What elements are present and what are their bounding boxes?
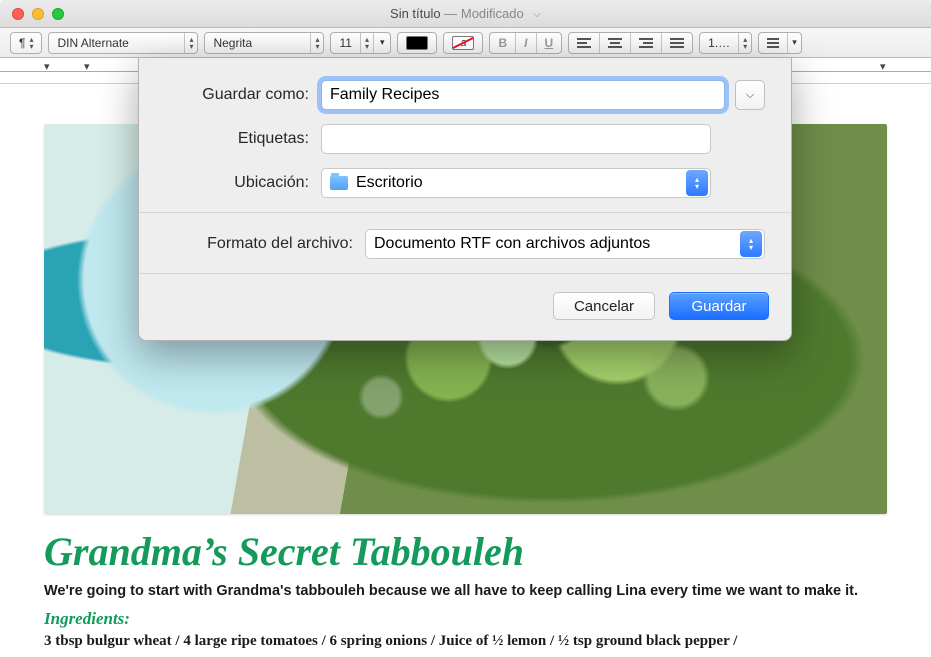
doc-title: Sin título — [390, 6, 441, 21]
chevron-down-icon: ⌵ — [746, 89, 754, 102]
chevron-down-icon: ▾ — [792, 37, 797, 48]
alignment-group — [568, 32, 693, 54]
chevron-updown-icon: ▴▾ — [686, 170, 708, 196]
pilcrow-icon: ¶ — [19, 36, 25, 50]
line-spacing-value: 1.… — [708, 36, 730, 50]
first-line-indent-marker[interactable]: ▾ — [84, 60, 90, 73]
zoom-window-button[interactable] — [52, 8, 64, 20]
save-button[interactable]: Guardar — [669, 292, 769, 320]
folder-icon — [330, 176, 348, 190]
location-value: Escritorio — [356, 174, 423, 192]
file-format-label: Formato del archivo: — [165, 235, 365, 253]
chevron-updown-icon: ▴▾ — [189, 36, 193, 50]
window-title: Sin título — Modificado ⌵ — [0, 6, 931, 21]
minimize-window-button[interactable] — [32, 8, 44, 20]
left-indent-marker[interactable]: ▾ — [44, 60, 50, 73]
paragraph-style-menu[interactable]: ¶ ▴▾ — [10, 32, 42, 54]
highlight-color-button[interactable]: a — [443, 32, 483, 54]
ingredients-label[interactable]: Ingredients: — [44, 609, 887, 629]
chevron-updown-icon: ▴▾ — [743, 36, 747, 50]
right-indent-marker[interactable]: ▾ — [880, 60, 886, 73]
list-icon — [767, 38, 779, 48]
recipe-heading[interactable]: Grandma’s Secret Tabbouleh — [44, 528, 887, 575]
file-format-value: Documento RTF con archivos adjuntos — [374, 235, 650, 253]
expand-dialog-button[interactable]: ⌵ — [735, 80, 765, 110]
text-color-swatch — [406, 36, 428, 50]
title-menu-chevron-icon[interactable]: ⌵ — [533, 9, 541, 20]
chevron-updown-icon: ▴▾ — [365, 36, 369, 50]
tags-row: Etiquetas: — [165, 124, 765, 154]
chevron-down-icon: ▾ — [380, 37, 385, 48]
location-popup[interactable]: Escritorio ▴▾ — [321, 168, 711, 198]
cancel-button[interactable]: Cancelar — [553, 292, 655, 320]
font-style-value: Negrita — [213, 36, 252, 50]
location-row: Ubicación: Escritorio ▴▾ — [165, 168, 765, 198]
text-color-button[interactable] — [397, 32, 437, 54]
titlebar: Sin título — Modificado ⌵ — [0, 0, 931, 28]
file-format-popup[interactable]: Documento RTF con archivos adjuntos ▴▾ — [365, 229, 765, 259]
save-as-label: Guardar como: — [165, 86, 321, 104]
file-format-row: Formato del archivo: Documento RTF con a… — [165, 229, 765, 259]
ingredients-line[interactable]: 3 tbsp bulgur wheat / 4 large ripe tomat… — [44, 633, 887, 650]
tags-label: Etiquetas: — [165, 130, 321, 148]
align-center-button[interactable] — [600, 33, 631, 53]
font-size-control[interactable]: 11 ▴▾ ▾ — [330, 32, 391, 54]
app-window: Sin título — Modificado ⌵ ¶ ▴▾ DIN Altern… — [0, 0, 931, 657]
font-size-value: 11 — [339, 36, 351, 50]
format-toolbar: ¶▴▾ DIN Alternate ▴▾ Negrita ▴▾ 11 ▴▾ ▾ … — [0, 28, 931, 58]
location-label: Ubicación: — [165, 174, 321, 192]
sheet-actions: Cancelar Guardar — [139, 274, 791, 340]
strikethrough-icon: a — [452, 36, 474, 50]
close-window-button[interactable] — [12, 8, 24, 20]
font-family-menu[interactable]: DIN Alternate ▴▾ — [48, 32, 198, 54]
font-family-value: DIN Alternate — [57, 36, 128, 50]
chevron-updown-icon: ▴▾ — [740, 231, 762, 257]
window-controls — [0, 8, 64, 20]
tags-input[interactable] — [321, 124, 711, 154]
doc-modified: Modificado — [461, 6, 524, 21]
recipe-intro[interactable]: We're going to start with Grandma's tabb… — [44, 583, 887, 599]
font-style-menu[interactable]: Negrita ▴▾ — [204, 32, 324, 54]
save-as-row: Guardar como: ⌵ — [165, 80, 765, 110]
save-sheet: Guardar como: ⌵ Etiquetas: Ubicación: Es… — [138, 58, 792, 341]
save-as-input[interactable] — [321, 80, 725, 110]
biu-group: B I U — [489, 32, 562, 54]
italic-button[interactable]: I — [516, 33, 536, 53]
chevron-updown-icon: ▴▾ — [315, 36, 319, 50]
chevron-updown-icon: ▴▾ — [29, 36, 33, 50]
align-justify-button[interactable] — [662, 33, 692, 53]
line-spacing-menu[interactable]: 1.… ▴▾ — [699, 32, 752, 54]
align-left-button[interactable] — [569, 33, 600, 53]
bold-button[interactable]: B — [490, 33, 516, 53]
list-style-menu[interactable]: ▾ — [758, 32, 802, 54]
align-right-button[interactable] — [631, 33, 662, 53]
recipe-text: Grandma’s Secret Tabbouleh We're going t… — [44, 528, 887, 650]
underline-button[interactable]: U — [537, 33, 562, 53]
